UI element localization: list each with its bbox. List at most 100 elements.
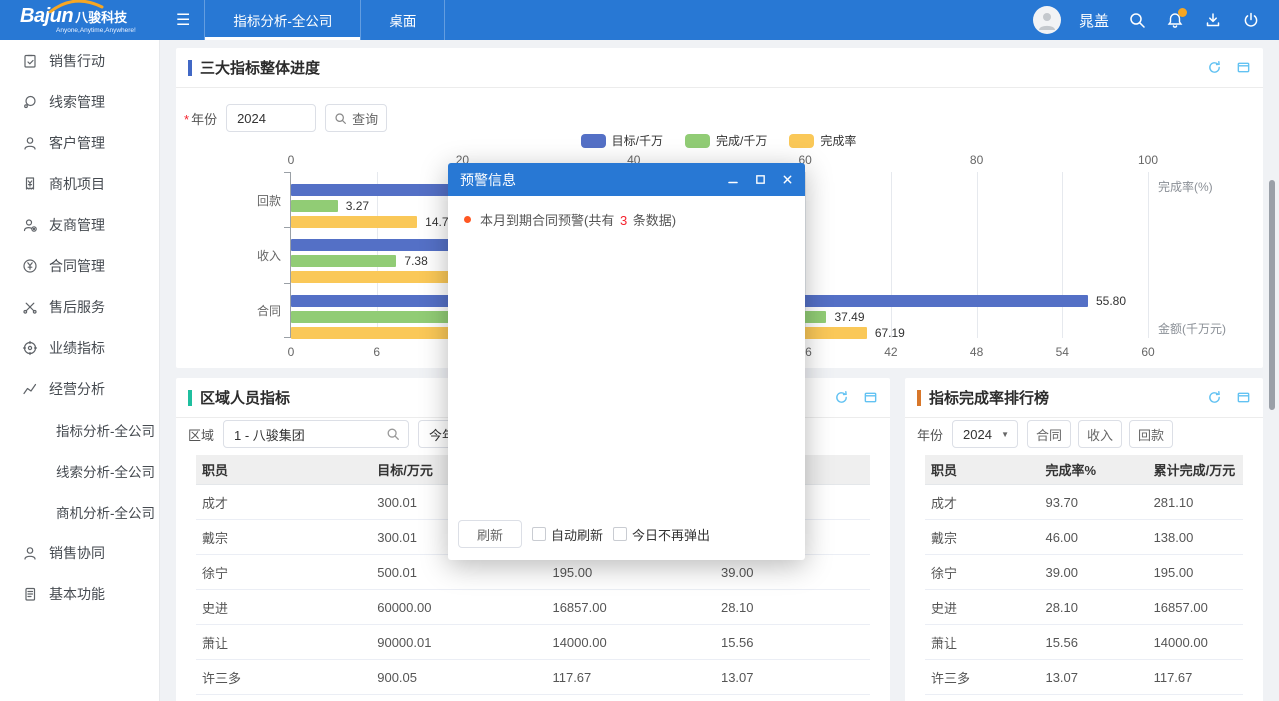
axis-tick-mark	[284, 337, 291, 338]
table-cell: 117.67	[546, 670, 715, 685]
app-screen: Bajun 八骏科技 Anyone,Anytime,Anywhere! ☰ 指标…	[0, 0, 1279, 701]
refresh-icon[interactable]	[1207, 390, 1222, 405]
checkbox-box[interactable]	[532, 527, 546, 541]
hamburger-menu-icon[interactable]: ☰	[168, 10, 198, 30]
query-search-icon	[334, 112, 347, 125]
checkbox-今日不再弹出[interactable]: 今日不再弹出	[613, 525, 710, 544]
table-cell: 史进	[196, 598, 371, 617]
sidebar-item-label: 销售行动	[49, 51, 105, 71]
panel-region-title: 区域人员指标	[200, 387, 290, 408]
table-cell: 15.56	[715, 635, 870, 650]
sidebar-item-doc[interactable]: 基本功能	[0, 573, 159, 614]
table-cell: 戴宗	[925, 528, 1039, 547]
refresh-icon[interactable]	[1207, 60, 1222, 75]
alert-dialog-header[interactable]: 预警信息	[448, 163, 805, 196]
table-cell: 28.10	[1039, 600, 1147, 615]
ranking-table: 职员完成率%累计完成/万元成才93.70281.10戴宗46.00138.00徐…	[925, 455, 1243, 695]
vertical-scrollbar-thumb[interactable]	[1269, 180, 1275, 410]
region-input[interactable]	[223, 420, 409, 448]
ranking-year-select[interactable]: 2024▼	[952, 420, 1018, 448]
search-icon[interactable]	[1127, 10, 1147, 30]
sidebar-item-receipt-yen[interactable]: 商机项目	[0, 163, 159, 204]
sidebar-item-label: 业绩指标	[49, 338, 105, 358]
window-expand-icon[interactable]	[863, 390, 878, 405]
table-row: 成才93.70281.10	[925, 485, 1243, 520]
receipt-yen-icon	[22, 176, 38, 192]
metric-button-合同[interactable]: 合同	[1027, 420, 1071, 448]
window-expand-icon[interactable]	[1236, 60, 1251, 75]
table-cell: 成才	[196, 493, 371, 512]
sidebar-item-person[interactable]: 客户管理	[0, 122, 159, 163]
table-cell: 徐宁	[196, 563, 371, 582]
sidebar-item-chart-line[interactable]: 经营分析	[0, 368, 159, 409]
bottom-axis-tick: 54	[1056, 345, 1069, 359]
sidebar-item-target[interactable]: 业绩指标	[0, 327, 159, 368]
person-gear-icon	[22, 217, 38, 233]
chart-gridline	[891, 172, 892, 338]
table-cell: 萧让	[925, 633, 1039, 652]
table-cell: 戴宗	[196, 528, 371, 547]
table-cell: 90000.01	[371, 635, 546, 650]
nav-tab[interactable]: 指标分析-全公司	[204, 0, 361, 40]
sidebar-item-tools[interactable]: 售后服务	[0, 286, 159, 327]
table-cell: 138.00	[1148, 530, 1243, 545]
modal-checkboxes: 自动刷新今日不再弹出	[532, 525, 710, 544]
person-icon	[22, 135, 38, 151]
legend-swatch	[581, 134, 606, 148]
minimize-icon[interactable]	[727, 174, 739, 186]
sidebar-subitem[interactable]: 指标分析-全公司	[0, 409, 159, 450]
bottom-axis-tick: 0	[288, 345, 295, 359]
sidebar-item-person-gear[interactable]: 友商管理	[0, 204, 159, 245]
bell-icon[interactable]	[1165, 10, 1185, 30]
refresh-button[interactable]: 刷新	[458, 520, 522, 548]
sidebar-subitem[interactable]: 线索分析-全公司	[0, 450, 159, 491]
download-icon[interactable]	[1203, 10, 1223, 30]
table-cell: 13.07	[1039, 670, 1147, 685]
close-icon[interactable]	[782, 174, 793, 185]
sidebar-subitem[interactable]: 商机分析-全公司	[0, 491, 159, 532]
legend-label: 完成率	[820, 132, 856, 149]
avatar-person-icon	[1036, 9, 1058, 31]
ranking-year-label: 年份	[917, 425, 943, 444]
axis-tick-mark	[284, 227, 291, 228]
table-row: 许三多13.07117.67	[925, 660, 1243, 695]
table-cell: 195.00	[546, 565, 715, 580]
region-search-icon[interactable]	[386, 427, 400, 441]
sidebar-item-yen-circle[interactable]: 合同管理	[0, 245, 159, 286]
alert-list-item[interactable]: 本月到期合同预警(共有 3 条数据)	[464, 210, 789, 229]
legend-label: 完成/千万	[716, 132, 767, 149]
sidebar-item-person-alt[interactable]: 销售协同	[0, 532, 159, 573]
maximize-icon[interactable]	[755, 174, 766, 185]
query-button[interactable]: 查询	[325, 104, 387, 132]
window-expand-icon[interactable]	[1236, 390, 1251, 405]
chart-gridline	[977, 172, 978, 338]
alert-dialog-title: 预警信息	[460, 170, 516, 190]
table-cell: 14000.00	[546, 635, 715, 650]
table-cell: 28.10	[715, 600, 870, 615]
bar-完成率-回款	[291, 216, 417, 228]
metric-button-回款[interactable]: 回款	[1129, 420, 1173, 448]
legend-item[interactable]: 目标/千万	[581, 132, 663, 149]
table-cell: 117.67	[1148, 670, 1243, 685]
table-cell: 徐宁	[925, 563, 1039, 582]
legend-item[interactable]: 完成率	[789, 132, 856, 149]
checkbox-自动刷新[interactable]: 自动刷新	[532, 525, 603, 544]
refresh-icon[interactable]	[834, 390, 849, 405]
table-cell: 60000.00	[371, 600, 546, 615]
user-avatar[interactable]	[1033, 6, 1061, 34]
user-name[interactable]: 晁盖	[1079, 10, 1109, 31]
clipboard-check-icon	[22, 53, 38, 69]
sidebar-item-label: 商机项目	[49, 174, 105, 194]
table-cell: 成才	[925, 493, 1039, 512]
sidebar-item-cloud[interactable]: 线索管理	[0, 81, 159, 122]
table-header-row: 职员完成率%累计完成/万元	[925, 455, 1243, 485]
legend-item[interactable]: 完成/千万	[685, 132, 767, 149]
nav-tab[interactable]: 桌面	[361, 0, 445, 40]
sidebar: 销售行动线索管理客户管理商机项目友商管理合同管理售后服务业绩指标经营分析指标分析…	[0, 40, 160, 701]
sidebar-item-clipboard-check[interactable]: 销售行动	[0, 40, 159, 81]
power-icon[interactable]	[1241, 10, 1261, 30]
ranking-filter-row: 年份 2024▼ 合同收入回款	[917, 420, 1173, 448]
year-input[interactable]	[226, 104, 316, 132]
metric-button-收入[interactable]: 收入	[1078, 420, 1122, 448]
checkbox-box[interactable]	[613, 527, 627, 541]
